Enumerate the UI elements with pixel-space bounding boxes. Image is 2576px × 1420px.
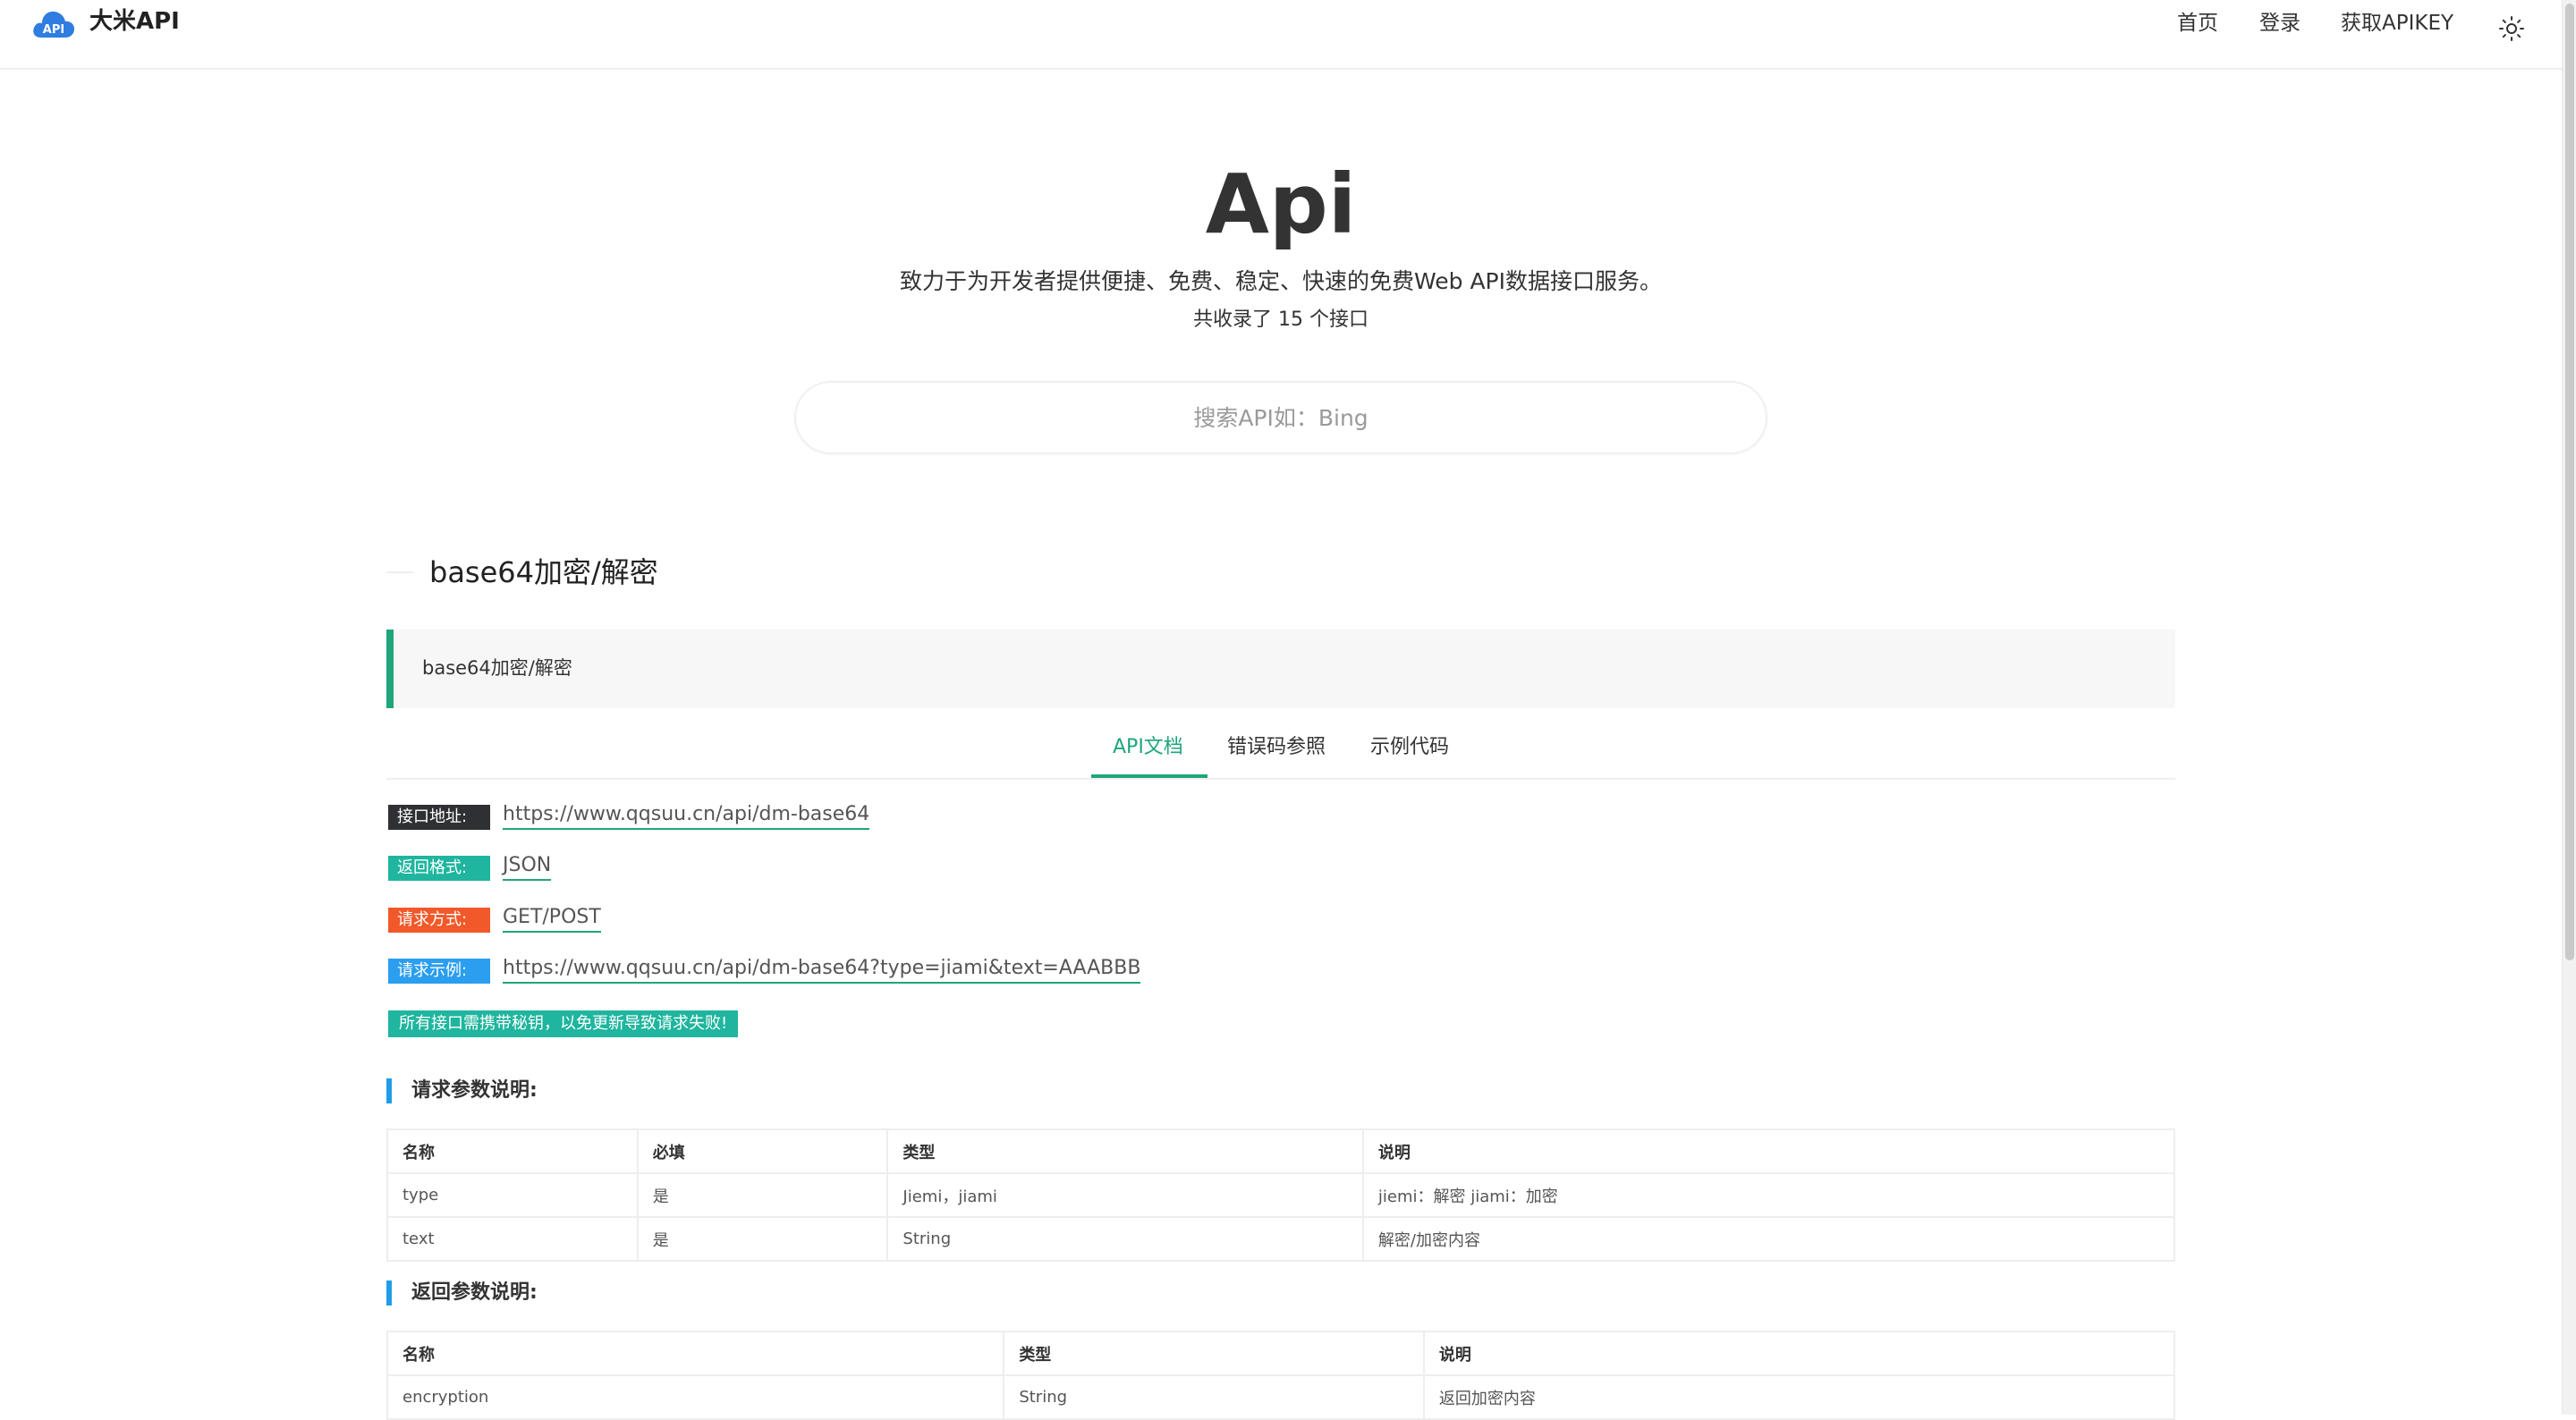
format-value[interactable]: JSON bbox=[503, 852, 552, 881]
active-tab-indicator bbox=[1091, 774, 1208, 778]
nav-home[interactable]: 首页 bbox=[2177, 9, 2218, 38]
table-header-row: 名称 类型 说明 bbox=[386, 1331, 2176, 1376]
heading-divider bbox=[386, 571, 413, 573]
cloud-api-logo-icon[interactable]: API bbox=[30, 5, 77, 41]
api-name-heading: base64加密/解密 bbox=[429, 555, 658, 589]
column-header: 类型 bbox=[886, 1128, 1364, 1174]
endpoint-link[interactable]: https://www.qqsuu.cn/api/dm-base64 bbox=[503, 801, 870, 830]
table-cell: Jiemi，jiami bbox=[886, 1172, 1364, 1218]
table-header-row: 名称 必填 类型 说明 bbox=[386, 1128, 2176, 1174]
column-header: 说明 bbox=[1422, 1331, 2176, 1376]
example-link[interactable]: https://www.qqsuu.cn/api/dm-base64?type=… bbox=[503, 955, 1141, 984]
method-label: 请求方式: bbox=[388, 908, 490, 933]
table-cell: type bbox=[386, 1172, 639, 1218]
api-description: base64加密/解密 bbox=[422, 657, 572, 679]
sun-icon[interactable] bbox=[2497, 14, 2526, 43]
format-label: 返回格式: bbox=[388, 856, 490, 881]
top-navbar: API 大米API 首页 登录 获取APIKEY bbox=[0, 0, 2562, 70]
table-row: type 是 Jiemi，jiami jiemi：解密 jiami：加密 bbox=[386, 1172, 2176, 1218]
request-params-title: 请求参数说明: bbox=[386, 1078, 538, 1103]
request-params-table: 名称 必填 类型 说明 type 是 Jiemi，jiami jiemi：解密 … bbox=[386, 1128, 2176, 1262]
table-cell: 解密/加密内容 bbox=[1361, 1216, 2176, 1262]
table-cell: String bbox=[1003, 1374, 1425, 1420]
endpoint-label: 接口地址: bbox=[388, 805, 490, 830]
response-params-table: 名称 类型 说明 encryption String 返回加密内容 bbox=[386, 1331, 2176, 1420]
column-header: 类型 bbox=[1003, 1331, 1425, 1376]
page-subtitle: 致力于为开发者提供便捷、免费、稳定、快速的免费Web API数据接口服务。 bbox=[899, 268, 1662, 294]
table-cell: 是 bbox=[636, 1172, 889, 1218]
search-box bbox=[794, 381, 1767, 454]
table-cell: 返回加密内容 bbox=[1422, 1374, 2176, 1420]
api-count: 共收录了 15 个接口 bbox=[1193, 309, 1368, 331]
column-header: 名称 bbox=[386, 1331, 1005, 1376]
page-title: Api bbox=[1205, 156, 1357, 252]
apikey-notice-badge: 所有接口需携带秘钥，以免更新导致请求失败! bbox=[388, 1010, 739, 1037]
table-cell: encryption bbox=[386, 1374, 1005, 1420]
search-input[interactable] bbox=[796, 383, 1766, 452]
tab-error-codes[interactable]: 错误码参照 bbox=[1227, 733, 1326, 762]
nav-login[interactable]: 登录 bbox=[2259, 9, 2301, 38]
table-row: encryption String 返回加密内容 bbox=[386, 1374, 2176, 1420]
column-header: 名称 bbox=[386, 1128, 639, 1174]
table-cell: jiemi：解密 jiami：加密 bbox=[1361, 1172, 2176, 1218]
column-header: 说明 bbox=[1361, 1128, 2176, 1174]
example-label: 请求示例: bbox=[388, 959, 490, 984]
table-cell: String bbox=[886, 1216, 1364, 1262]
table-row: text 是 String 解密/加密内容 bbox=[386, 1216, 2176, 1262]
tabs-bar: API文档 错误码参照 示例代码 bbox=[386, 726, 2175, 780]
tab-sample-code[interactable]: 示例代码 bbox=[1370, 733, 1449, 762]
api-description-box: base64加密/解密 bbox=[386, 630, 2175, 708]
nav-get-apikey[interactable]: 获取APIKEY bbox=[2341, 9, 2453, 38]
table-cell: 是 bbox=[636, 1216, 889, 1262]
method-value[interactable]: GET/POST bbox=[503, 904, 601, 933]
column-header: 必填 bbox=[636, 1128, 889, 1174]
page-scrollbar[interactable] bbox=[2562, 0, 2576, 1415]
svg-text:API: API bbox=[43, 23, 64, 37]
table-cell: text bbox=[386, 1216, 639, 1262]
tab-api-doc[interactable]: API文档 bbox=[1113, 733, 1183, 762]
response-params-title: 返回参数说明: bbox=[386, 1281, 538, 1306]
brand-name[interactable]: 大米API bbox=[89, 5, 180, 38]
scrollbar-thumb[interactable] bbox=[2565, 4, 2574, 960]
